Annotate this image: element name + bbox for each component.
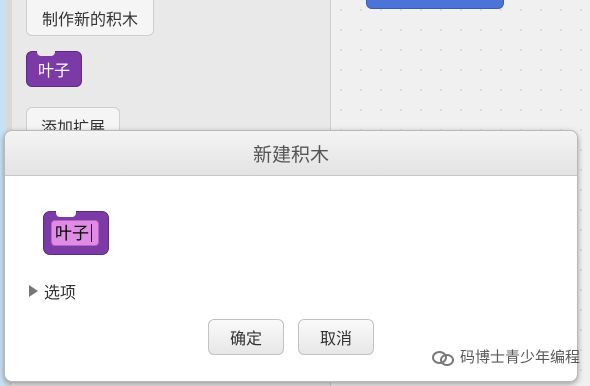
dialog-title: 新建积木 — [5, 131, 577, 176]
script-block[interactable] — [366, 0, 504, 9]
wechat-icon — [432, 349, 454, 366]
make-block-button[interactable]: 制作新的积木 — [26, 0, 154, 36]
triangle-right-icon — [29, 285, 38, 297]
watermark-text: 码博士青少年编程 — [460, 348, 581, 366]
new-block-dialog: 新建积木 叶子 选项 确定 取消 — [4, 130, 578, 382]
custom-block-leaf[interactable]: 叶子 — [26, 51, 82, 87]
block-preview: 叶子 — [43, 211, 109, 255]
block-name-input[interactable]: 叶子 — [51, 220, 99, 246]
options-label: 选项 — [44, 283, 77, 302]
text-caret — [91, 224, 92, 242]
watermark: 码博士青少年编程 — [432, 346, 580, 367]
ok-button[interactable]: 确定 — [208, 319, 284, 355]
block-name-text: 叶子 — [55, 224, 89, 244]
options-toggle[interactable]: 选项 — [29, 279, 76, 303]
cancel-button[interactable]: 取消 — [298, 319, 374, 355]
